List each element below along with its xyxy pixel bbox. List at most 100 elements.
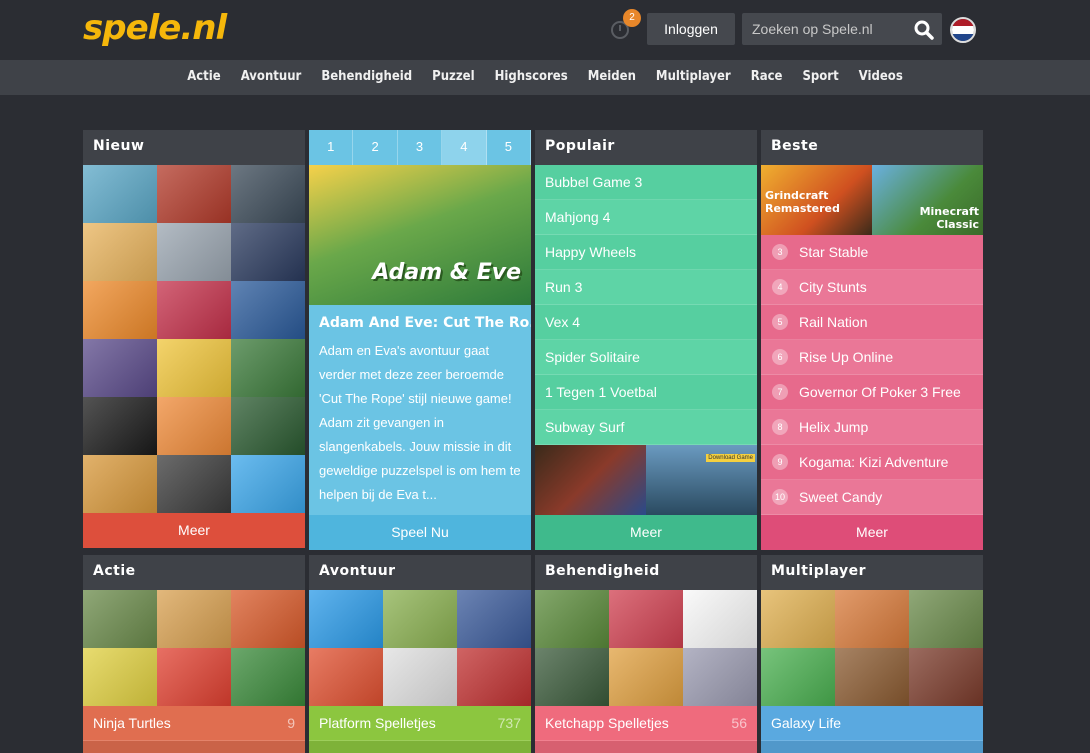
game-thumbnail[interactable]	[231, 281, 305, 339]
featured-tab[interactable]: 2	[353, 130, 398, 165]
game-thumbnail[interactable]	[683, 648, 757, 706]
list-item[interactable]	[535, 741, 757, 753]
game-thumbnail[interactable]	[83, 455, 157, 513]
game-thumbnail[interactable]	[157, 590, 231, 648]
game-thumbnail[interactable]	[157, 281, 231, 339]
panel-beste: Beste Grindcraft Remastered Minecraft Cl…	[761, 130, 983, 550]
game-thumbnail[interactable]	[231, 165, 305, 223]
game-thumbnail[interactable]	[383, 590, 457, 648]
nav-item[interactable]: Meiden	[578, 60, 646, 94]
more-button[interactable]: Meer	[83, 513, 305, 548]
game-thumbnail[interactable]	[309, 590, 383, 648]
list-item[interactable]: Run 3	[535, 270, 757, 305]
list-item[interactable]	[309, 741, 531, 753]
nav-item[interactable]: Race	[741, 60, 793, 94]
list-item[interactable]: Bubbel Game 3	[535, 165, 757, 200]
panel-title: Actie	[83, 555, 305, 590]
logo[interactable]: spele.nl	[83, 8, 227, 48]
game-thumbnail[interactable]	[835, 648, 909, 706]
game-thumbnail[interactable]	[83, 339, 157, 397]
list-item[interactable]: 6 Rise Up Online	[761, 340, 983, 375]
nav-item[interactable]: Behendigheid	[311, 60, 422, 94]
game-thumbnail[interactable]	[761, 648, 835, 706]
game-thumbnail[interactable]	[909, 590, 983, 648]
list-item[interactable]: Vex 4	[535, 305, 757, 340]
game-thumbnail[interactable]	[231, 397, 305, 455]
list-item[interactable]: Subway Surf	[535, 410, 757, 445]
list-item[interactable]	[83, 741, 305, 753]
play-now-button[interactable]: Speel Nu	[309, 515, 531, 550]
nav-item[interactable]: Videos	[849, 60, 913, 94]
game-thumbnail[interactable]	[157, 455, 231, 513]
list-item[interactable]: 1 Tegen 1 Voetbal	[535, 375, 757, 410]
featured-tab[interactable]: 4	[442, 130, 487, 165]
list-item[interactable]: Happy Wheels	[535, 235, 757, 270]
game-thumbnail[interactable]	[909, 648, 983, 706]
more-button[interactable]: Meer	[761, 515, 983, 550]
game-thumbnail[interactable]	[231, 455, 305, 513]
list-item[interactable]: Galaxy Life	[761, 706, 983, 741]
nav-item[interactable]: Sport	[792, 60, 848, 94]
featured-image[interactable]: Adam & Eve	[309, 165, 531, 305]
game-thumbnail[interactable]	[761, 590, 835, 648]
search-icon[interactable]	[914, 20, 934, 40]
more-button[interactable]: Meer	[535, 515, 757, 550]
game-thumbnail[interactable]	[157, 648, 231, 706]
list-item[interactable]: 10 Sweet Candy	[761, 480, 983, 515]
game-thumbnail[interactable]	[535, 648, 609, 706]
top-game-minecraft[interactable]: Minecraft Classic	[872, 165, 983, 235]
game-thumbnail[interactable]	[83, 590, 157, 648]
nav-item[interactable]: Actie	[177, 60, 231, 94]
game-thumbnail[interactable]	[309, 648, 383, 706]
game-thumbnail[interactable]	[231, 648, 305, 706]
nav-item[interactable]: Puzzel	[422, 60, 484, 94]
top-game-grindcraft[interactable]: Grindcraft Remastered	[761, 165, 872, 235]
game-thumbnail[interactable]	[157, 165, 231, 223]
game-thumbnail[interactable]	[457, 590, 531, 648]
list-item[interactable]: Mahjong 4	[535, 200, 757, 235]
game-thumbnail[interactable]	[83, 165, 157, 223]
game-thumbnail[interactable]	[157, 397, 231, 455]
list-item[interactable]	[761, 741, 983, 753]
game-thumbnail[interactable]	[231, 590, 305, 648]
list-item[interactable]: 7 Governor Of Poker 3 Free	[761, 375, 983, 410]
game-thumbnail[interactable]	[609, 648, 683, 706]
list-item[interactable]: 9 Kogama: Kizi Adventure	[761, 445, 983, 480]
game-thumbnail[interactable]	[457, 648, 531, 706]
featured-tab[interactable]: 1	[309, 130, 354, 165]
login-button[interactable]: Inloggen	[647, 13, 735, 45]
game-thumbnail[interactable]	[83, 281, 157, 339]
game-thumbnail[interactable]	[609, 590, 683, 648]
search-input[interactable]	[742, 13, 907, 45]
nav-item[interactable]: Avontuur	[231, 60, 312, 94]
list-item[interactable]: Platform Spelletjes 737	[309, 706, 531, 741]
game-thumbnail[interactable]	[683, 590, 757, 648]
game-thumbnail[interactable]	[157, 223, 231, 281]
list-item-label: Sweet Candy	[799, 489, 883, 505]
list-item[interactable]: 5 Rail Nation	[761, 305, 983, 340]
featured-title[interactable]: Adam And Eve: Cut The Ro...	[309, 305, 531, 331]
game-thumbnail[interactable]	[83, 223, 157, 281]
popular-list: Bubbel Game 3 Mahjong 4 Happy Wheels Run 3V…	[535, 165, 757, 445]
featured-tab[interactable]: 5	[486, 130, 532, 165]
nav-item[interactable]: Multiplayer	[646, 60, 741, 94]
list-item[interactable]: Spider Solitaire	[535, 340, 757, 375]
game-thumbnail[interactable]	[383, 648, 457, 706]
game-thumbnail[interactable]	[231, 223, 305, 281]
game-thumbnail[interactable]	[835, 590, 909, 648]
list-item[interactable]: Ketchapp Spelletjes 56	[535, 706, 757, 741]
list-item[interactable]: Ninja Turtles 9	[83, 706, 305, 741]
language-flag-icon[interactable]	[950, 17, 976, 43]
game-thumbnail[interactable]	[231, 339, 305, 397]
banner-fireboy[interactable]	[535, 445, 646, 515]
game-thumbnail[interactable]	[535, 590, 609, 648]
game-thumbnail[interactable]	[83, 648, 157, 706]
banner-warships[interactable]: Download Game	[646, 445, 757, 515]
list-item[interactable]: 4 City Stunts	[761, 270, 983, 305]
nav-item[interactable]: Highscores	[485, 60, 578, 94]
list-item[interactable]: 8 Helix Jump	[761, 410, 983, 445]
game-thumbnail[interactable]	[83, 397, 157, 455]
featured-tab[interactable]: 3	[397, 130, 443, 165]
game-thumbnail[interactable]	[157, 339, 231, 397]
list-item[interactable]: 3 Star Stable	[761, 235, 983, 270]
